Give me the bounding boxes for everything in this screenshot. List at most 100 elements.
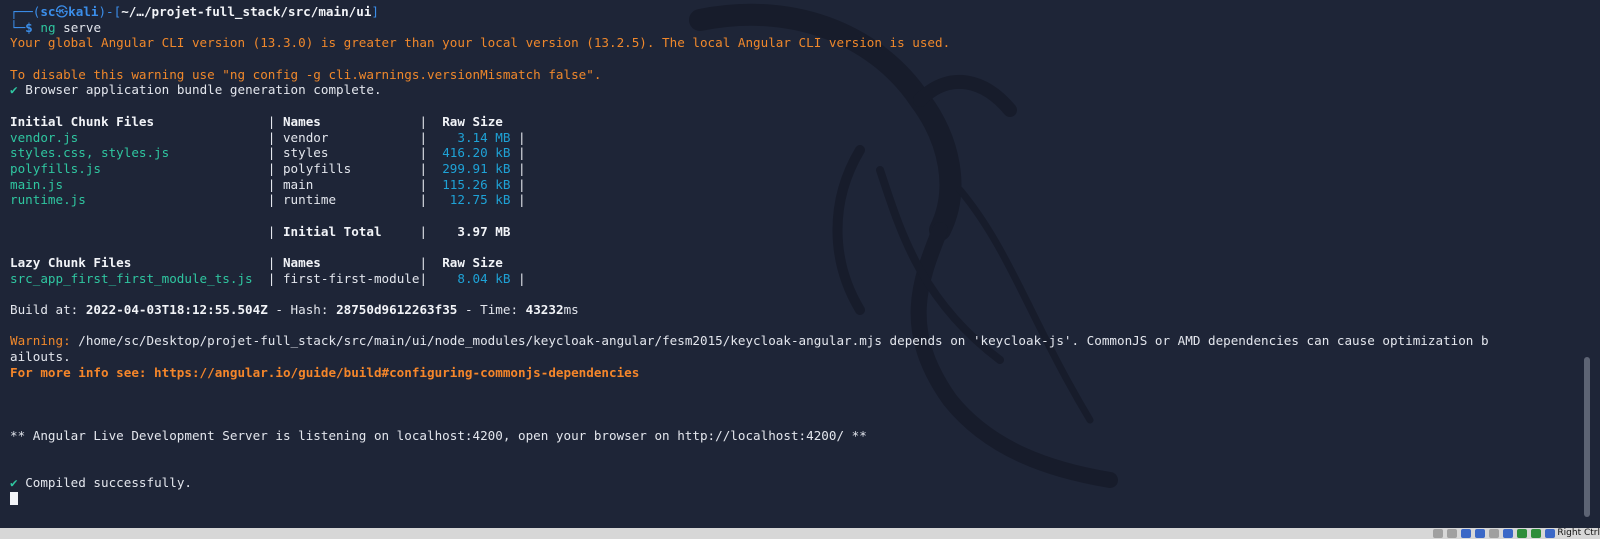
optical-drive-icon[interactable]: [1447, 529, 1458, 538]
column-separator: |: [510, 192, 526, 208]
network-icon[interactable]: [1475, 529, 1486, 538]
column-header-files: Initial Chunk Files: [10, 113, 268, 129]
build-info-line: Build at: 2022-04-03T18:12:55.504Z - Has…: [10, 302, 1489, 318]
chunk-name: runtime: [282, 192, 420, 208]
column-separator: |: [510, 129, 526, 145]
column-separator: |: [419, 176, 435, 192]
chunk-row: polyfills.js | polyfills | 299.91 kB |: [10, 161, 1489, 177]
host-key-label: Right Ctrl: [1557, 528, 1600, 538]
input-line[interactable]: [10, 490, 1489, 506]
build-at-label: Build at:: [10, 302, 86, 318]
lazy-chunks-header: Lazy Chunk Files | Names | Raw Size: [10, 255, 1489, 271]
column-separator: |: [267, 113, 283, 129]
check-icon: ✔: [10, 474, 18, 490]
prompt-frame: ┌──(: [10, 4, 41, 19]
chunk-size: 8.04 kB: [434, 270, 511, 286]
column-separator: |: [267, 145, 283, 161]
chunk-name: main: [282, 176, 420, 192]
initial-chunks-header: Initial Chunk Files | Names | Raw Size: [10, 114, 1489, 130]
prompt-frame: └─: [10, 19, 26, 35]
check-icon: ✔: [10, 82, 18, 98]
chunk-file: main.js: [10, 176, 268, 192]
column-separator: |: [267, 255, 283, 270]
column-separator: |: [267, 176, 283, 192]
prompt-frame: ]: [371, 4, 380, 19]
build-hash-label: - Hash:: [267, 302, 337, 318]
initial-chunks-table: vendor.js | vendor | 3.14 MB | styles.css…: [10, 130, 1489, 208]
chunk-row: src_app_first_first_module_ts.js | first…: [10, 271, 1489, 287]
column-separator: |: [267, 223, 283, 239]
build-time-unit: ms: [563, 302, 579, 318]
column-separator: |: [419, 223, 435, 239]
recording-icon[interactable]: [1517, 529, 1528, 538]
prompt-host: kali: [68, 4, 99, 19]
display-icon[interactable]: [1503, 529, 1514, 538]
chunk-name: polyfills: [282, 160, 420, 176]
cpu-icon[interactable]: [1531, 529, 1542, 538]
terminal-window[interactable]: ┌──(sc㉿kali)-[~/…/projet-full_stack/src/…: [0, 0, 1600, 528]
column-separator: |: [419, 160, 435, 176]
command-line: └─$ ng serve: [10, 20, 1489, 36]
status-tray: Right Ctrl: [1431, 528, 1600, 539]
mouse-integration-icon[interactable]: [1545, 529, 1556, 538]
vm-status-bar: Right Ctrl: [0, 528, 1600, 539]
build-timestamp: 2022-04-03T18:12:55.504Z: [85, 302, 268, 318]
command-args: serve: [63, 19, 102, 35]
build-time-label: - Time:: [457, 302, 526, 318]
shared-folder-icon[interactable]: [1489, 529, 1500, 538]
column-separator: |: [419, 129, 435, 145]
warning-line: Warning: /home/sc/Desktop/projet-full_st…: [10, 333, 1489, 349]
version-warning: Your global Angular CLI version (13.3.0)…: [10, 35, 951, 51]
prompt-frame: )-[: [98, 4, 122, 19]
warning-text: /home/sc/Desktop/projet-full_stack/src/m…: [70, 333, 1489, 349]
chunk-file: vendor.js: [10, 129, 268, 145]
chunk-size: 3.14 MB: [434, 129, 511, 145]
column-separator: |: [419, 255, 443, 270]
column-separator: |: [510, 160, 526, 176]
terminal-scrollbar[interactable]: [1584, 357, 1590, 517]
initial-total-size: 3.97 MB: [434, 223, 511, 239]
chunk-size: 115.26 kB: [434, 176, 511, 192]
warning-line-wrap: ailouts.: [10, 349, 71, 365]
column-separator: |: [419, 113, 443, 129]
prompt-user: sc: [40, 4, 56, 19]
harddisk-icon[interactable]: [1433, 529, 1444, 538]
column-header-files: Lazy Chunk Files: [10, 255, 268, 270]
chunk-row: main.js | main | 115.26 kB |: [10, 177, 1489, 193]
column-separator: |: [267, 270, 283, 286]
chunk-row: vendor.js | vendor | 3.14 MB |: [10, 130, 1489, 146]
prompt-dollar: $: [25, 19, 33, 35]
chunk-name: vendor: [282, 129, 420, 145]
chunk-file: runtime.js: [10, 192, 268, 208]
prompt-at-icon: ㉿: [55, 4, 69, 19]
bundle-complete-text: Browser application bundle generation co…: [25, 82, 382, 98]
lazy-chunks-table: src_app_first_first_module_ts.js | first…: [10, 271, 1489, 287]
column-separator: |: [267, 160, 283, 176]
chunk-file: polyfills.js: [10, 160, 268, 176]
column-separator: |: [419, 145, 435, 161]
column-separator: |: [419, 270, 435, 286]
terminal-output: ┌──(sc㉿kali)-[~/…/projet-full_stack/src/…: [10, 4, 1489, 506]
chunk-name: first-first-module: [282, 270, 420, 286]
disable-hint: To disable this warning use "ng config -…: [10, 66, 602, 82]
usb-icon[interactable]: [1461, 529, 1472, 538]
chunk-size: 416.20 kB: [434, 145, 511, 161]
chunk-row: styles.css, styles.js | styles | 416.20 …: [10, 145, 1489, 161]
prompt-path: ~/…/projet-full_stack/src/main/ui: [121, 4, 372, 19]
server-listening-line: ** Angular Live Development Server is li…: [10, 427, 867, 443]
column-separator: |: [510, 270, 526, 286]
cursor-block: [10, 492, 18, 506]
chunk-file: src_app_first_first_module_ts.js: [10, 270, 268, 286]
column-header-names: Names: [282, 113, 420, 129]
bundle-complete-line: ✔ Browser application bundle generation …: [10, 82, 1489, 98]
chunk-size: 12.75 kB: [434, 192, 511, 208]
compiled-line: ✔ Compiled successfully.: [10, 475, 1489, 491]
